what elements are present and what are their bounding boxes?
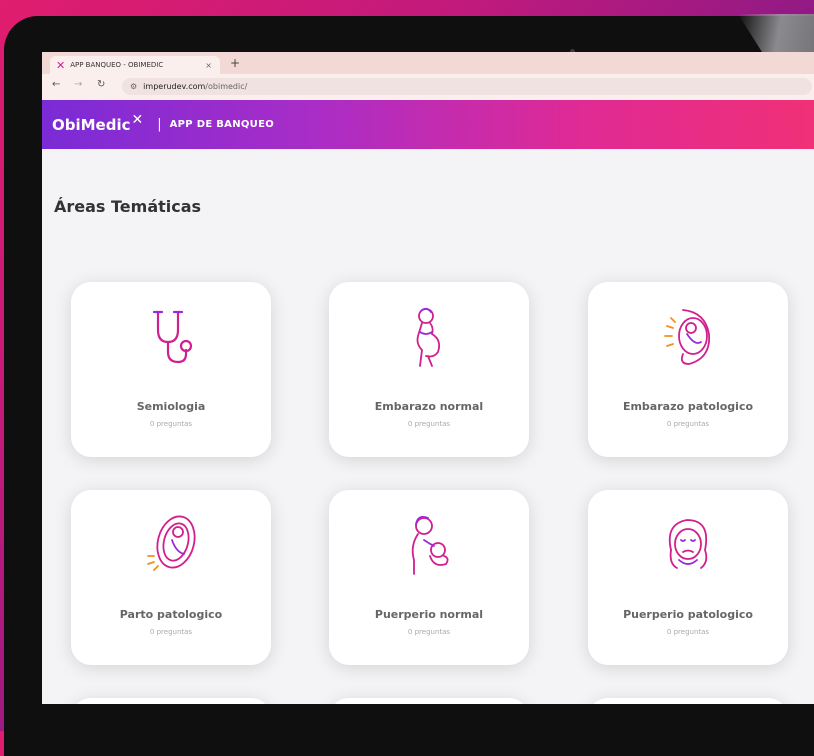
sad-woman-icon <box>668 519 708 569</box>
app-header: ObiMedic ✕ | APP DE BANQUEO <box>42 100 814 149</box>
app-subtitle: APP DE BANQUEO <box>169 119 275 130</box>
site-info-icon[interactable]: ⚙ <box>130 82 137 91</box>
logo-icon: ✕ <box>131 111 144 128</box>
new-tab-button[interactable]: + <box>230 56 240 70</box>
card-title: Embarazo patologico <box>622 400 754 413</box>
topic-card-puerperio-patologico[interactable]: Puerperio patologico 0 preguntas <box>588 490 788 665</box>
card-count: 0 preguntas <box>407 420 451 428</box>
url-path: /obimedic/ <box>205 82 248 91</box>
card-title: Semiologia <box>136 400 206 413</box>
card-title: Parto patologico <box>119 608 223 621</box>
favicon-icon: ✕ <box>56 58 66 72</box>
topic-card-semiologia[interactable]: Semiologia 0 preguntas <box>71 282 271 457</box>
browser-tab[interactable]: ✕ APP BANQUEO - OBIMEDIC × <box>50 56 220 74</box>
card-title: Puerperio patologico <box>623 608 753 621</box>
card-title: Embarazo normal <box>374 400 484 413</box>
tab-close-button[interactable]: × <box>205 61 212 70</box>
address-bar-row: ← → ↻ ⚙ imperudev.com/obimedic/ <box>42 74 814 100</box>
card-count: 0 preguntas <box>149 628 193 636</box>
reload-icon[interactable]: ↻ <box>97 79 105 90</box>
card-count: 0 preguntas <box>666 628 710 636</box>
topic-card-partial[interactable] <box>71 698 271 704</box>
pregnant-woman-icon <box>416 307 441 367</box>
fetus-labor-icon <box>147 515 196 571</box>
topic-card-parto-patologico[interactable]: Parto patologico 0 preguntas <box>71 490 271 665</box>
stethoscope-icon <box>152 310 193 364</box>
header-separator: | <box>157 117 162 132</box>
brand-name: ObiMedic <box>52 115 131 134</box>
fetus-womb-icon <box>664 309 711 365</box>
topic-card-partial[interactable] <box>329 698 529 704</box>
card-count: 0 preguntas <box>666 420 710 428</box>
card-count: 0 preguntas <box>149 420 193 428</box>
back-icon[interactable]: ← <box>52 79 60 90</box>
brand-logo[interactable]: ObiMedic ✕ <box>52 112 143 134</box>
mother-baby-icon <box>411 515 449 575</box>
tab-title: APP BANQUEO - OBIMEDIC <box>70 61 164 69</box>
topic-card-embarazo-normal[interactable]: Embarazo normal 0 preguntas <box>329 282 529 457</box>
topic-card-embarazo-patologico[interactable]: Embarazo patologico 0 preguntas <box>588 282 788 457</box>
topic-card-puerperio-normal[interactable]: Puerperio normal 0 preguntas <box>329 490 529 665</box>
tab-strip: ✕ APP BANQUEO - OBIMEDIC × + <box>42 52 814 74</box>
page-title: Áreas Temáticas <box>54 197 202 216</box>
card-count: 0 preguntas <box>407 628 451 636</box>
url-field[interactable]: ⚙ imperudev.com/obimedic/ <box>122 78 812 95</box>
url-host: imperudev.com <box>143 82 206 91</box>
card-title: Puerperio normal <box>374 608 484 621</box>
topic-card-partial[interactable] <box>588 698 788 704</box>
browser-window: ✕ APP BANQUEO - OBIMEDIC × + ← → ↻ ⚙ imp… <box>42 52 814 704</box>
forward-icon[interactable]: → <box>74 79 82 90</box>
